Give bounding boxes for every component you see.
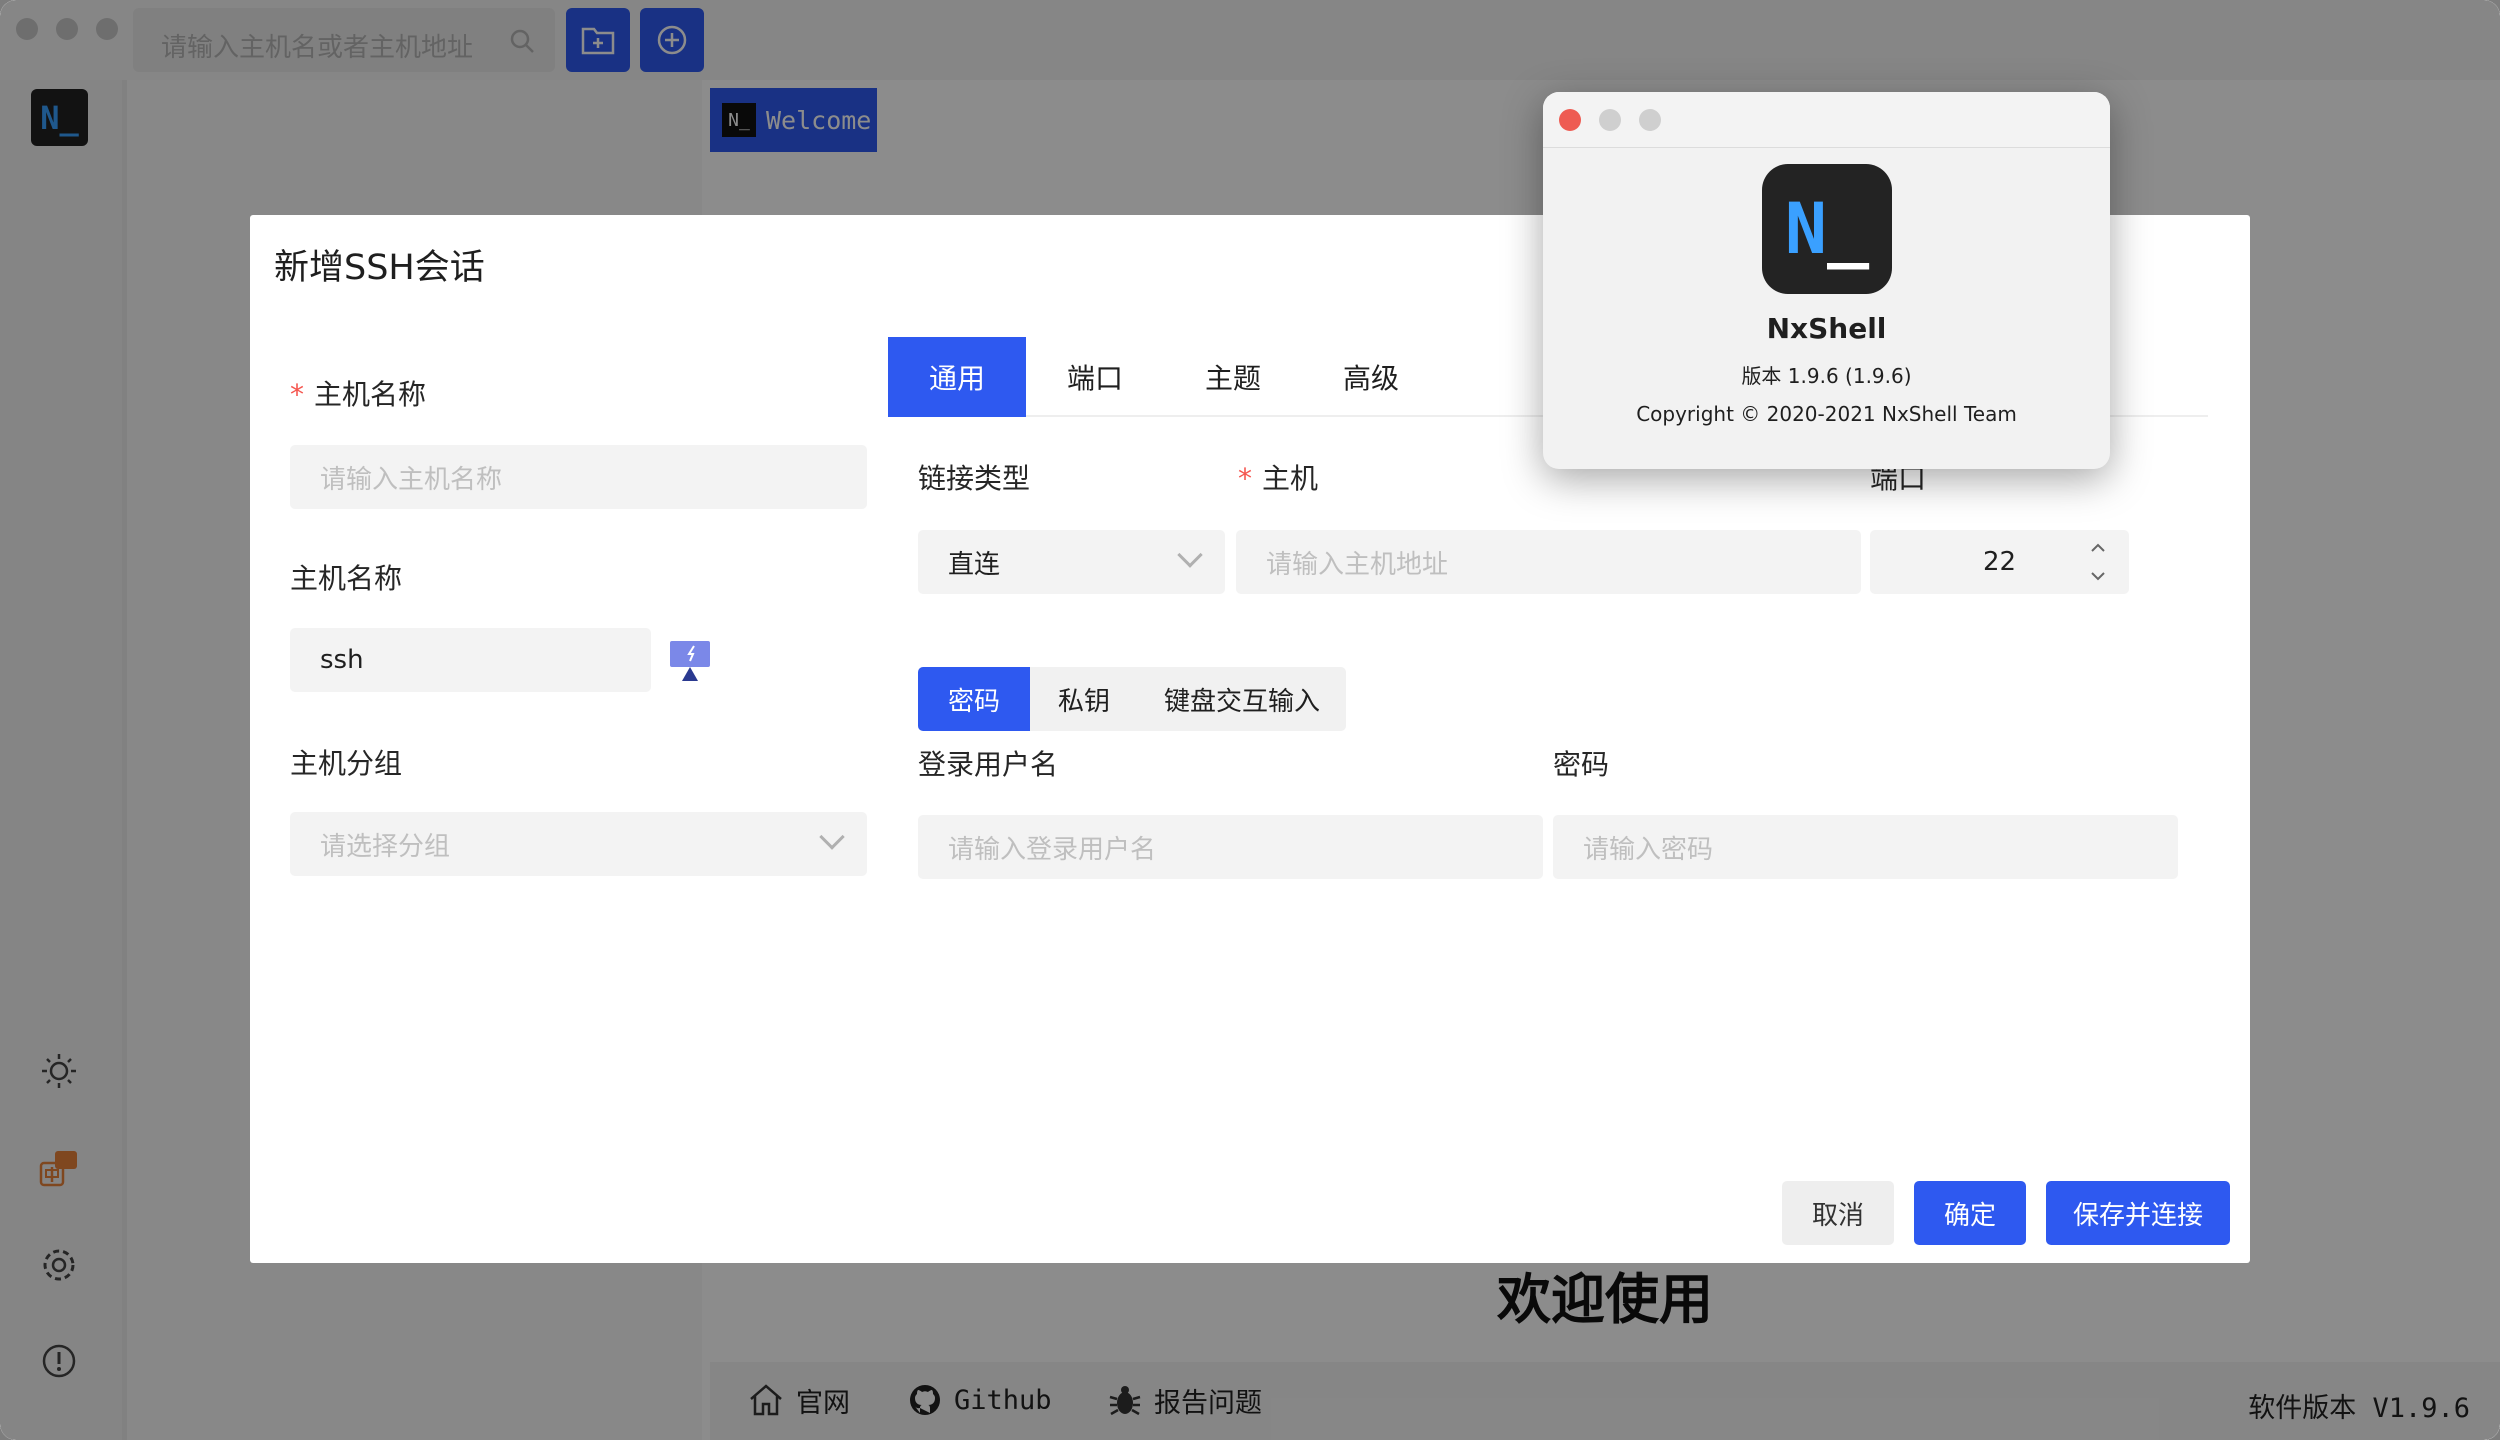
auth-method-selector: 密码 私钥 键盘交互输入 xyxy=(918,667,1346,731)
host-icon-name-value: ssh xyxy=(320,645,364,675)
tab-port[interactable]: 端口 xyxy=(1026,337,1164,417)
ok-button[interactable]: 确定 xyxy=(1914,1181,2026,1245)
auth-private-key-option[interactable]: 私钥 xyxy=(1030,667,1138,731)
about-title-bar xyxy=(1543,92,2110,148)
about-copyright: Copyright © 2020-2021 NxShell Team xyxy=(1636,402,2017,426)
save-and-connect-button[interactable]: 保存并连接 xyxy=(2046,1181,2230,1245)
username-input[interactable]: 请输入登录用户名 xyxy=(918,815,1543,879)
about-minimize-button[interactable] xyxy=(1599,109,1621,131)
about-app-name: NxShell xyxy=(1766,312,1887,345)
dialog-title: 新增SSH会话 xyxy=(274,248,485,288)
about-app-version: 版本 1.9.6 (1.9.6) xyxy=(1741,364,1912,388)
group-select[interactable]: 请选择分组 xyxy=(290,812,867,876)
host-icon-name-input[interactable]: ssh xyxy=(290,628,651,692)
tab-general[interactable]: 通用 xyxy=(888,337,1026,417)
required-mark: * xyxy=(290,378,304,411)
tab-theme[interactable]: 主题 xyxy=(1164,337,1302,417)
stepper-arrows-icon[interactable] xyxy=(2089,538,2107,586)
about-app-logo: N _ xyxy=(1762,164,1892,294)
about-zoom-button[interactable] xyxy=(1639,109,1661,131)
group-label: 主机分组 xyxy=(290,747,403,780)
host-name2-label: 主机名称 xyxy=(290,562,403,595)
link-type-label: 链接类型 xyxy=(918,462,1031,495)
about-close-button[interactable] xyxy=(1559,109,1581,131)
port-stepper[interactable]: 22 xyxy=(1870,530,2129,594)
cancel-button[interactable]: 取消 xyxy=(1782,1181,1894,1245)
link-type-select[interactable]: 直连 xyxy=(918,530,1225,594)
password-input[interactable]: 请输入密码 xyxy=(1553,815,2178,879)
about-window: N _ NxShell 版本 1.9.6 (1.9.6) Copyright © … xyxy=(1543,92,2110,469)
host-name-input[interactable]: 请输入主机名称 xyxy=(290,445,867,509)
chevron-down-icon xyxy=(1177,542,1203,568)
link-type-value: 直连 xyxy=(948,549,1001,580)
auth-password-option[interactable]: 密码 xyxy=(918,667,1030,731)
host-label: * 主机 xyxy=(1238,462,1319,495)
required-mark: * xyxy=(1238,462,1252,495)
tab-advanced[interactable]: 高级 xyxy=(1302,337,1440,417)
chevron-down-icon xyxy=(819,824,845,850)
host-name-label: * 主机名称 xyxy=(290,378,427,411)
username-placeholder: 请输入登录用户名 xyxy=(948,834,1157,865)
monitor-icon xyxy=(670,641,710,681)
host-icon-picker[interactable] xyxy=(668,639,712,683)
port-value: 22 xyxy=(1982,547,2017,577)
auth-keyboard-interactive-option[interactable]: 键盘交互输入 xyxy=(1138,667,1346,731)
group-placeholder: 请选择分组 xyxy=(320,831,451,862)
host-address-placeholder: 请输入主机地址 xyxy=(1266,549,1449,580)
host-name-placeholder: 请输入主机名称 xyxy=(320,464,503,495)
password-label: 密码 xyxy=(1553,748,1610,781)
username-label: 登录用户名 xyxy=(918,748,1059,781)
host-address-input[interactable]: 请输入主机地址 xyxy=(1236,530,1861,594)
password-placeholder: 请输入密码 xyxy=(1583,834,1714,865)
